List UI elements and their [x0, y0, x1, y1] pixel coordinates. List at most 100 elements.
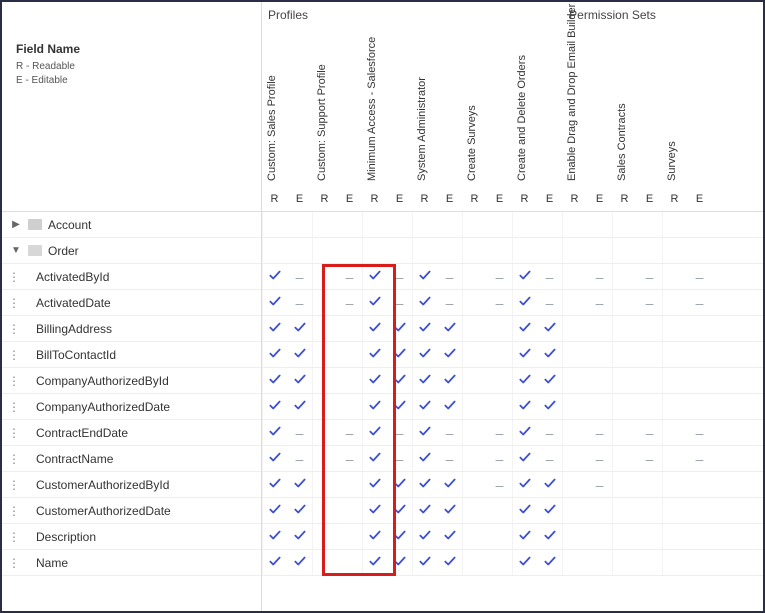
permission-cell[interactable]: [387, 472, 412, 497]
permission-cell[interactable]: [287, 550, 312, 575]
field-row[interactable]: ⋮Name: [2, 550, 261, 576]
permission-cell[interactable]: [537, 550, 562, 575]
permission-cell[interactable]: [387, 524, 412, 549]
permission-cell[interactable]: [512, 368, 537, 393]
drag-handle-icon[interactable]: ⋮: [8, 556, 18, 570]
permission-cell[interactable]: [637, 394, 662, 419]
permission-cell[interactable]: –: [687, 264, 712, 289]
permission-cell[interactable]: [287, 316, 312, 341]
field-row[interactable]: ⋮ActivatedDate: [2, 290, 261, 316]
permission-cell[interactable]: –: [687, 290, 712, 315]
permission-cell[interactable]: [462, 498, 487, 523]
column-header[interactable]: Custom: Sales Profile: [262, 24, 312, 187]
permission-cell[interactable]: [587, 368, 612, 393]
permission-cell[interactable]: [312, 394, 337, 419]
field-row[interactable]: ⋮CompanyAuthorizedDate: [2, 394, 261, 420]
permission-cell[interactable]: –: [387, 264, 412, 289]
column-header[interactable]: Minimum Access - Salesforce: [362, 24, 412, 187]
permission-cell[interactable]: [412, 290, 437, 315]
permission-cell[interactable]: [462, 472, 487, 497]
permission-cell[interactable]: [462, 524, 487, 549]
permission-cell[interactable]: [262, 290, 287, 315]
permission-cell[interactable]: [487, 498, 512, 523]
permission-cell[interactable]: [337, 316, 362, 341]
drag-handle-icon[interactable]: ⋮: [8, 478, 18, 492]
permission-cell[interactable]: [662, 290, 687, 315]
permission-cell[interactable]: –: [687, 420, 712, 445]
permission-cell[interactable]: [412, 550, 437, 575]
permission-cell[interactable]: [637, 316, 662, 341]
permission-cell[interactable]: [512, 498, 537, 523]
permission-cell[interactable]: [312, 290, 337, 315]
permission-cell[interactable]: [287, 498, 312, 523]
permission-cell[interactable]: [562, 394, 587, 419]
column-header[interactable]: Custom: Support Profile: [312, 24, 362, 187]
permission-cell[interactable]: –: [587, 472, 612, 497]
permission-cell[interactable]: [612, 498, 637, 523]
permission-cell[interactable]: [462, 342, 487, 367]
permission-cell[interactable]: –: [637, 290, 662, 315]
permission-cell[interactable]: [537, 524, 562, 549]
permission-cell[interactable]: –: [587, 420, 612, 445]
permission-cell[interactable]: [537, 394, 562, 419]
permission-cell[interactable]: [487, 394, 512, 419]
permission-cell[interactable]: [637, 472, 662, 497]
permission-cell[interactable]: [412, 446, 437, 471]
permission-cell[interactable]: [287, 394, 312, 419]
permission-cell[interactable]: [587, 342, 612, 367]
permission-cell[interactable]: [512, 342, 537, 367]
permission-cell[interactable]: –: [637, 420, 662, 445]
permission-cell[interactable]: [687, 394, 712, 419]
permission-cell[interactable]: [312, 446, 337, 471]
permission-cell[interactable]: [437, 550, 462, 575]
permission-cell[interactable]: –: [437, 264, 462, 289]
drag-handle-icon[interactable]: ⋮: [8, 322, 18, 336]
permission-cell[interactable]: [537, 316, 562, 341]
permission-cell[interactable]: [487, 524, 512, 549]
permission-cell[interactable]: –: [537, 446, 562, 471]
permission-cell[interactable]: [362, 290, 387, 315]
permission-cell[interactable]: –: [537, 264, 562, 289]
permission-cell[interactable]: –: [387, 420, 412, 445]
permission-cell[interactable]: [562, 420, 587, 445]
permission-cell[interactable]: [462, 316, 487, 341]
permission-cell[interactable]: [312, 498, 337, 523]
drag-handle-icon[interactable]: ⋮: [8, 296, 18, 310]
field-row[interactable]: ⋮ContractEndDate: [2, 420, 261, 446]
column-header[interactable]: Create and Delete Orders: [512, 24, 562, 187]
permission-cell[interactable]: [262, 472, 287, 497]
permission-cell[interactable]: –: [287, 420, 312, 445]
drag-handle-icon[interactable]: ⋮: [8, 426, 18, 440]
permission-cell[interactable]: [362, 446, 387, 471]
permission-cell[interactable]: [362, 394, 387, 419]
permission-cell[interactable]: [512, 290, 537, 315]
permission-cell[interactable]: [362, 550, 387, 575]
permission-cell[interactable]: [637, 550, 662, 575]
permission-cell[interactable]: [337, 368, 362, 393]
permission-cell[interactable]: [512, 472, 537, 497]
permission-cell[interactable]: [487, 550, 512, 575]
permission-cell[interactable]: –: [587, 290, 612, 315]
permission-cell[interactable]: [512, 550, 537, 575]
permission-cell[interactable]: [462, 446, 487, 471]
drag-handle-icon[interactable]: ⋮: [8, 504, 18, 518]
permission-cell[interactable]: [487, 342, 512, 367]
permission-cell[interactable]: [612, 264, 637, 289]
permission-cell[interactable]: [437, 394, 462, 419]
permission-cell[interactable]: [662, 498, 687, 523]
object-row[interactable]: ▶Account: [2, 212, 261, 238]
permission-cell[interactable]: [437, 368, 462, 393]
permission-cell[interactable]: [562, 264, 587, 289]
permission-cell[interactable]: [387, 368, 412, 393]
permission-cell[interactable]: [362, 264, 387, 289]
drag-handle-icon[interactable]: ⋮: [8, 270, 18, 284]
permission-cell[interactable]: [587, 498, 612, 523]
permission-cell[interactable]: [487, 368, 512, 393]
permission-cell[interactable]: [312, 368, 337, 393]
column-header[interactable]: Sales Contracts: [612, 24, 662, 187]
permission-cell[interactable]: [512, 446, 537, 471]
permission-cell[interactable]: [387, 550, 412, 575]
permission-cell[interactable]: [312, 420, 337, 445]
permission-cell[interactable]: [512, 394, 537, 419]
permission-cell[interactable]: –: [337, 446, 362, 471]
